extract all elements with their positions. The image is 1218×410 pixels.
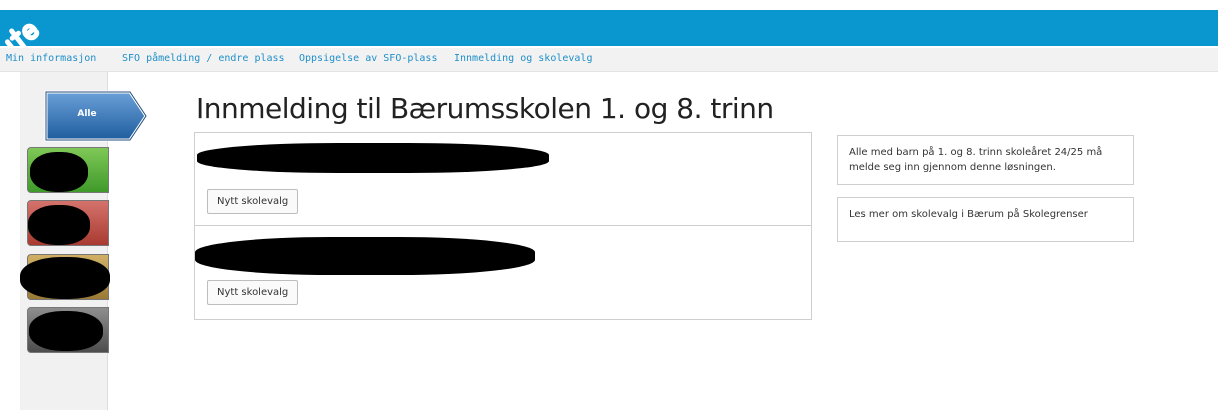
child-tab-1[interactable]: [27, 147, 109, 193]
new-school-choice-button[interactable]: Nytt skolevalg: [207, 189, 299, 214]
new-school-choice-button[interactable]: Nytt skolevalg: [207, 280, 299, 305]
redacted-name: [195, 237, 535, 275]
child-tab-4[interactable]: [27, 307, 109, 353]
tab-alle-label: Alle: [77, 109, 97, 119]
list-item: Nytt skolevalg: [195, 226, 811, 319]
nav-oppsigelse[interactable]: Oppsigelse av SFO-plass: [299, 53, 437, 64]
children-list: Nytt skolevalg Nytt skolevalg: [194, 132, 812, 320]
child-tab-2[interactable]: [27, 200, 109, 246]
redacted-block: [30, 152, 88, 192]
nav-sfo-pamelding[interactable]: SFO påmelding / endre plass: [122, 53, 285, 64]
nav-min-informasjon[interactable]: Min informasjon: [6, 53, 96, 64]
nav-innmelding[interactable]: Innmelding og skolevalg: [454, 53, 592, 64]
header-bar: [0, 10, 1218, 46]
info-notice: Alle med barn på 1. og 8. trinn skoleåre…: [837, 135, 1134, 185]
redacted-block: [29, 311, 103, 351]
list-item: Nytt skolevalg: [195, 133, 811, 226]
redacted-block: [20, 257, 110, 299]
logo-icon[interactable]: [0, 10, 50, 46]
child-tab-3[interactable]: [20, 254, 110, 300]
redacted-name: [197, 143, 549, 173]
page-title: Innmelding til Bærumsskolen 1. og 8. tri…: [196, 92, 774, 125]
skolegrenser-link[interactable]: Les mer om skolevalg i Bærum på Skolegre…: [837, 197, 1134, 242]
redacted-block: [28, 205, 90, 245]
main-nav: Min informasjon SFO påmelding / endre pl…: [0, 48, 1218, 72]
